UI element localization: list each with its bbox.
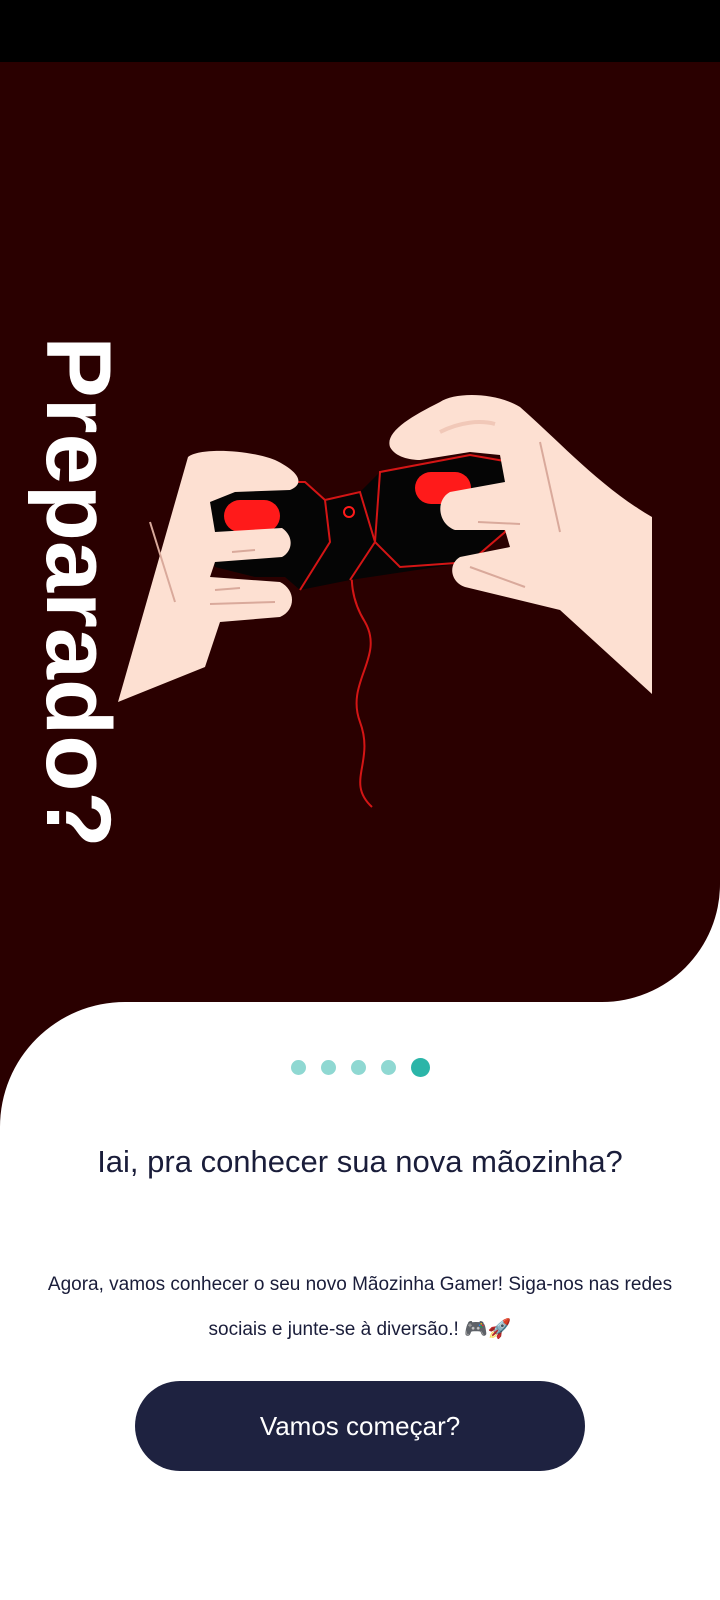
start-button[interactable]: Vamos começar? [135,1381,585,1471]
hero-section: Preparado? [0,62,720,1162]
hero-title-box: Preparado? [18,336,138,847]
hero-title: Preparado? [27,336,129,848]
page-dot-2[interactable] [320,1060,336,1075]
page-dot-5-active[interactable] [410,1058,430,1077]
page-dot-4[interactable] [380,1060,396,1075]
page-dot-3[interactable] [350,1060,366,1075]
status-bar [0,0,720,62]
left-red-button [224,500,280,532]
onboarding-headline: Iai, pra conhecer sua nova mãozinha? [97,1144,623,1179]
page-dot-1[interactable] [290,1060,306,1075]
page-indicator [0,1058,720,1077]
onboarding-description: Agora, vamos conhecer o seu novo Mãozinh… [47,1274,673,1340]
